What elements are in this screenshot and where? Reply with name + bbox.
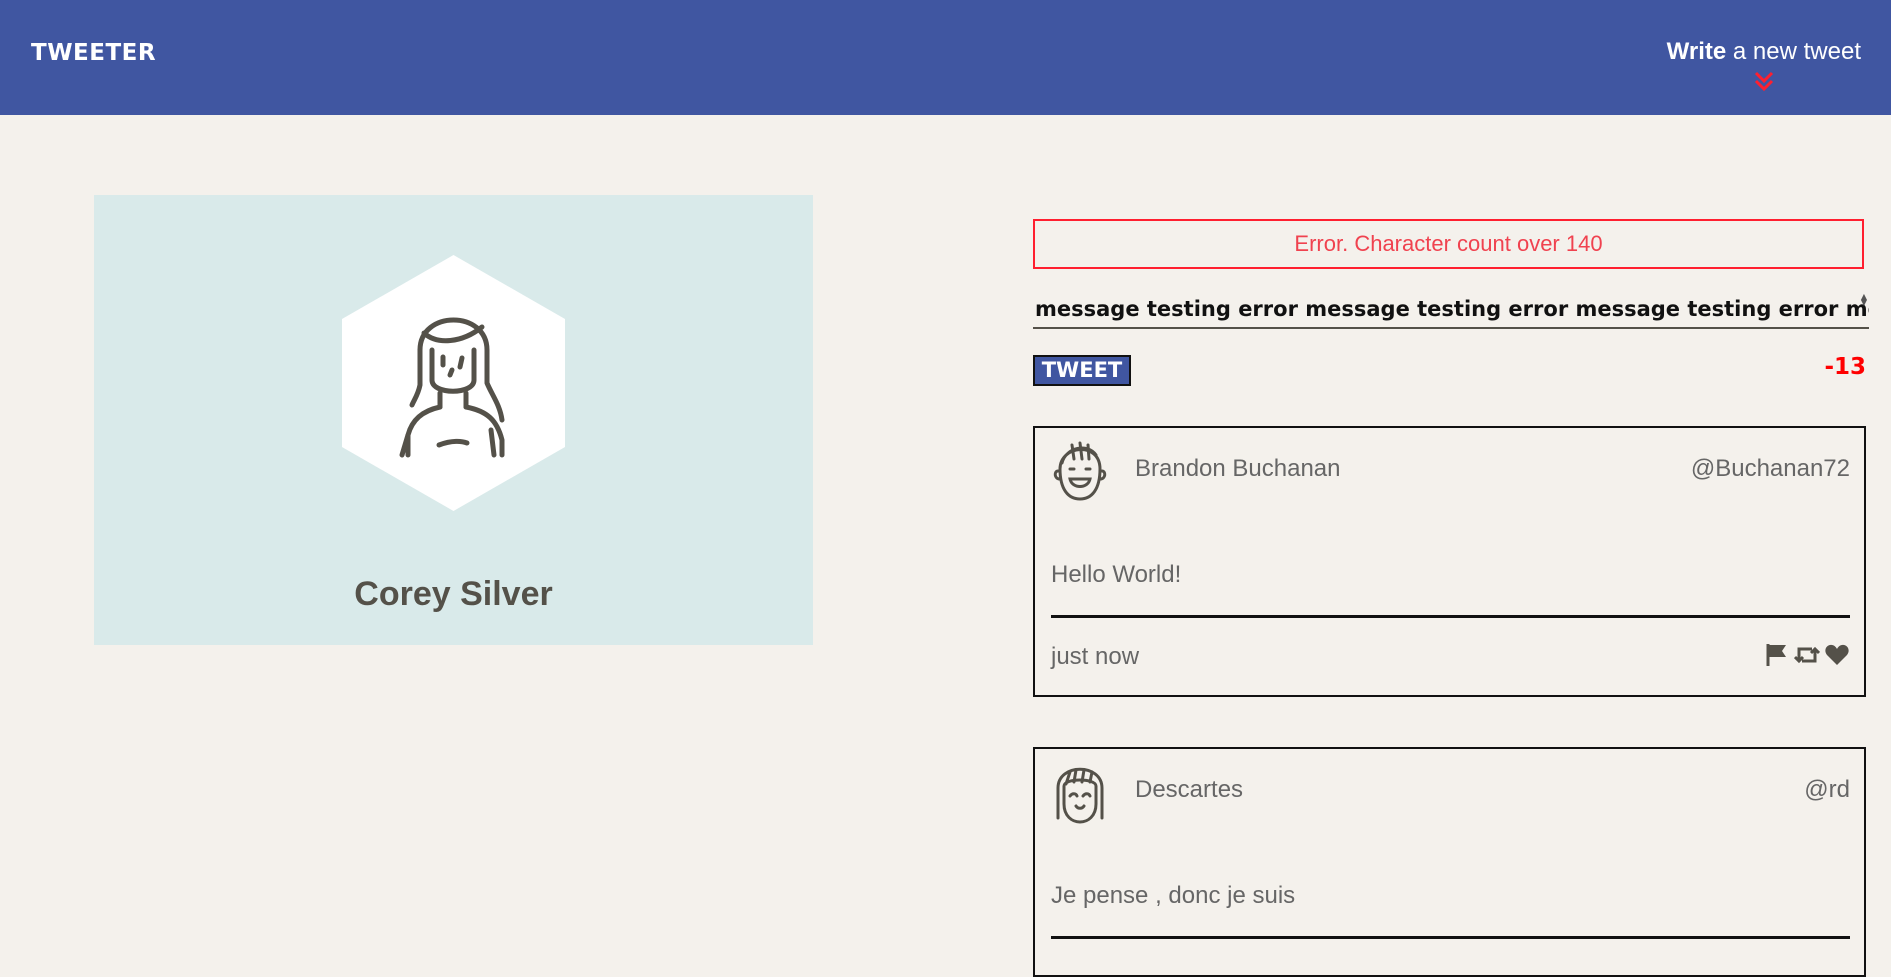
- smiling-girl-avatar-icon: [1056, 767, 1104, 824]
- brand-logo[interactable]: TWEETER: [31, 40, 156, 66]
- tweet-timestamp: just now: [1051, 643, 1140, 670]
- error-message: Error. Character count over 140: [1033, 219, 1864, 269]
- flag-icon[interactable]: [1764, 642, 1790, 668]
- top-nav: TWEETER Write a new tweet: [0, 0, 1891, 115]
- tweet-card: Brandon Buchanan @Buchanan72 Hello World…: [1033, 426, 1866, 697]
- tweet-actions: [1764, 642, 1850, 668]
- write-new-tweet-toggle[interactable]: Write a new tweet: [1667, 38, 1861, 94]
- tweet-author-name: Brandon Buchanan: [1135, 455, 1341, 482]
- compose-toggle-rest: a new tweet: [1726, 38, 1861, 65]
- tweet-text: Hello World!: [1051, 561, 1182, 588]
- textarea-scroll-arrows[interactable]: ▲ ▼: [1861, 293, 1867, 307]
- tweet-button[interactable]: TWEET: [1033, 355, 1131, 386]
- heart-icon[interactable]: [1824, 642, 1850, 668]
- tweet-divider: [1051, 936, 1850, 939]
- tweet-card: Descartes @rd Je pense , donc je suis: [1033, 747, 1866, 977]
- tweet-author-handle: @rd: [1804, 776, 1850, 803]
- tweet-divider: [1051, 615, 1850, 618]
- character-counter: -13: [1824, 354, 1866, 380]
- double-chevron-down-icon: [1754, 71, 1773, 92]
- tweet-textarea-value: message testing error message testing er…: [1035, 297, 1869, 321]
- profile-card: Corey Silver: [94, 195, 813, 645]
- profile-avatar: [342, 255, 565, 511]
- smiling-boy-avatar-icon: [1053, 441, 1107, 501]
- tweet-text: Je pense , donc je suis: [1051, 882, 1296, 909]
- tweet-textarea[interactable]: message testing error message testing er…: [1033, 286, 1869, 329]
- tweet-author-handle: @Buchanan72: [1690, 455, 1850, 482]
- retweet-icon[interactable]: [1794, 642, 1820, 668]
- compose-toggle-bold: Write: [1666, 38, 1727, 65]
- profile-name: Corey Silver: [354, 575, 553, 613]
- tweet-author-name: Descartes: [1135, 776, 1244, 803]
